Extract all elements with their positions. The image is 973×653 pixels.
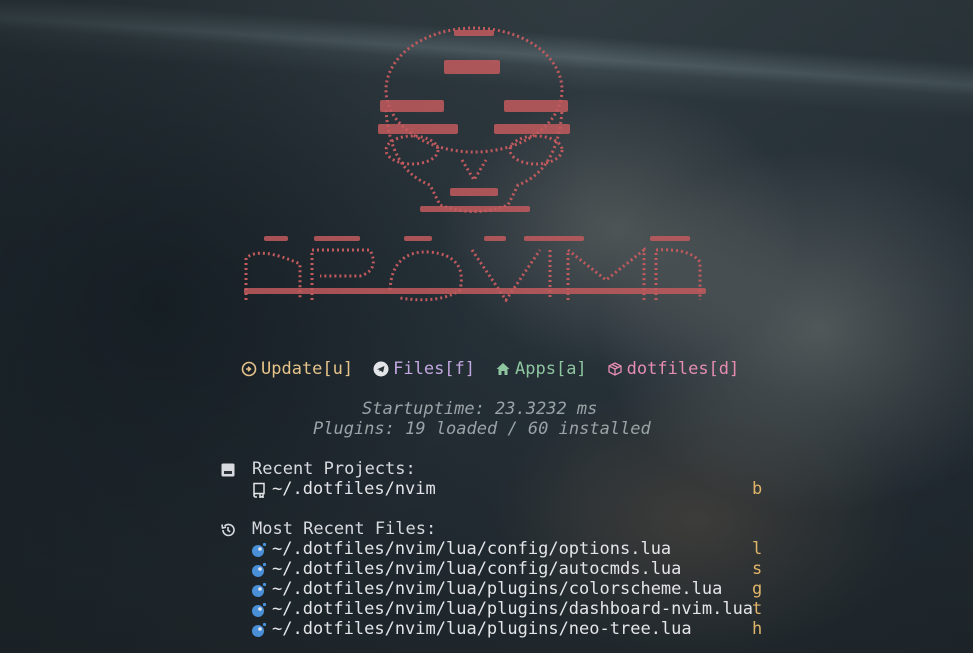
recent-project-item[interactable]: ~/.dotfiles/nvim [272,479,436,499]
lua-icon [251,562,267,578]
neovim-ascii-wordmark [244,236,706,303]
action-bar: Update[u] Files[f] Apps[a] dotfiles[d] [241,359,739,379]
dashboard-logo [244,26,706,303]
history-icon [220,522,236,538]
recent-file-key: l [752,539,763,559]
recent-file-item[interactable]: ~/.dotfiles/nvim/lua/config/autocmds.lua [272,559,681,579]
recent-file-item[interactable]: ~/.dotfiles/nvim/lua/config/options.lua [272,539,671,559]
home-icon [495,361,511,377]
skull-ascii-art [378,26,570,213]
startup-time: Startuptime: 23.3232 ms [362,399,598,419]
refresh-icon [241,361,257,377]
dotfiles-label: dotfiles[d] [626,359,740,379]
apps-button[interactable]: Apps[a] [495,359,587,379]
recent-project-key: b [752,479,763,499]
lua-icon [251,602,267,618]
folder-icon [220,462,236,478]
repo-icon [251,482,267,499]
recent-file-key: h [752,619,763,639]
recent-file-item[interactable]: ~/.dotfiles/nvim/lua/plugins/neo-tree.lu… [272,619,692,639]
recent-file-item[interactable]: ~/.dotfiles/nvim/lua/plugins/colorscheme… [272,579,722,599]
update-button[interactable]: Update[u] [241,359,353,379]
apps-label: Apps[a] [515,359,587,379]
recent-projects-title: Recent Projects: [252,459,416,479]
recent-files-title: Most Recent Files: [252,519,437,539]
recent-file-key: t [752,599,763,619]
recent-file-key: g [752,579,763,599]
package-icon [607,361,623,377]
lua-icon [251,582,267,598]
files-button[interactable]: Files[f] [373,359,475,379]
dotfiles-button[interactable]: dotfiles[d] [607,359,740,379]
update-label: Update[u] [261,359,354,379]
lua-icon [251,622,267,638]
recent-file-item[interactable]: ~/.dotfiles/nvim/lua/plugins/dashboard-n… [272,599,753,619]
lua-icon [251,542,267,558]
plugin-count: Plugins: 19 loaded / 60 installed [313,419,651,439]
recent-file-key: s [752,559,763,579]
telegram-plane-icon [373,361,389,377]
files-label: Files[f] [393,359,476,379]
